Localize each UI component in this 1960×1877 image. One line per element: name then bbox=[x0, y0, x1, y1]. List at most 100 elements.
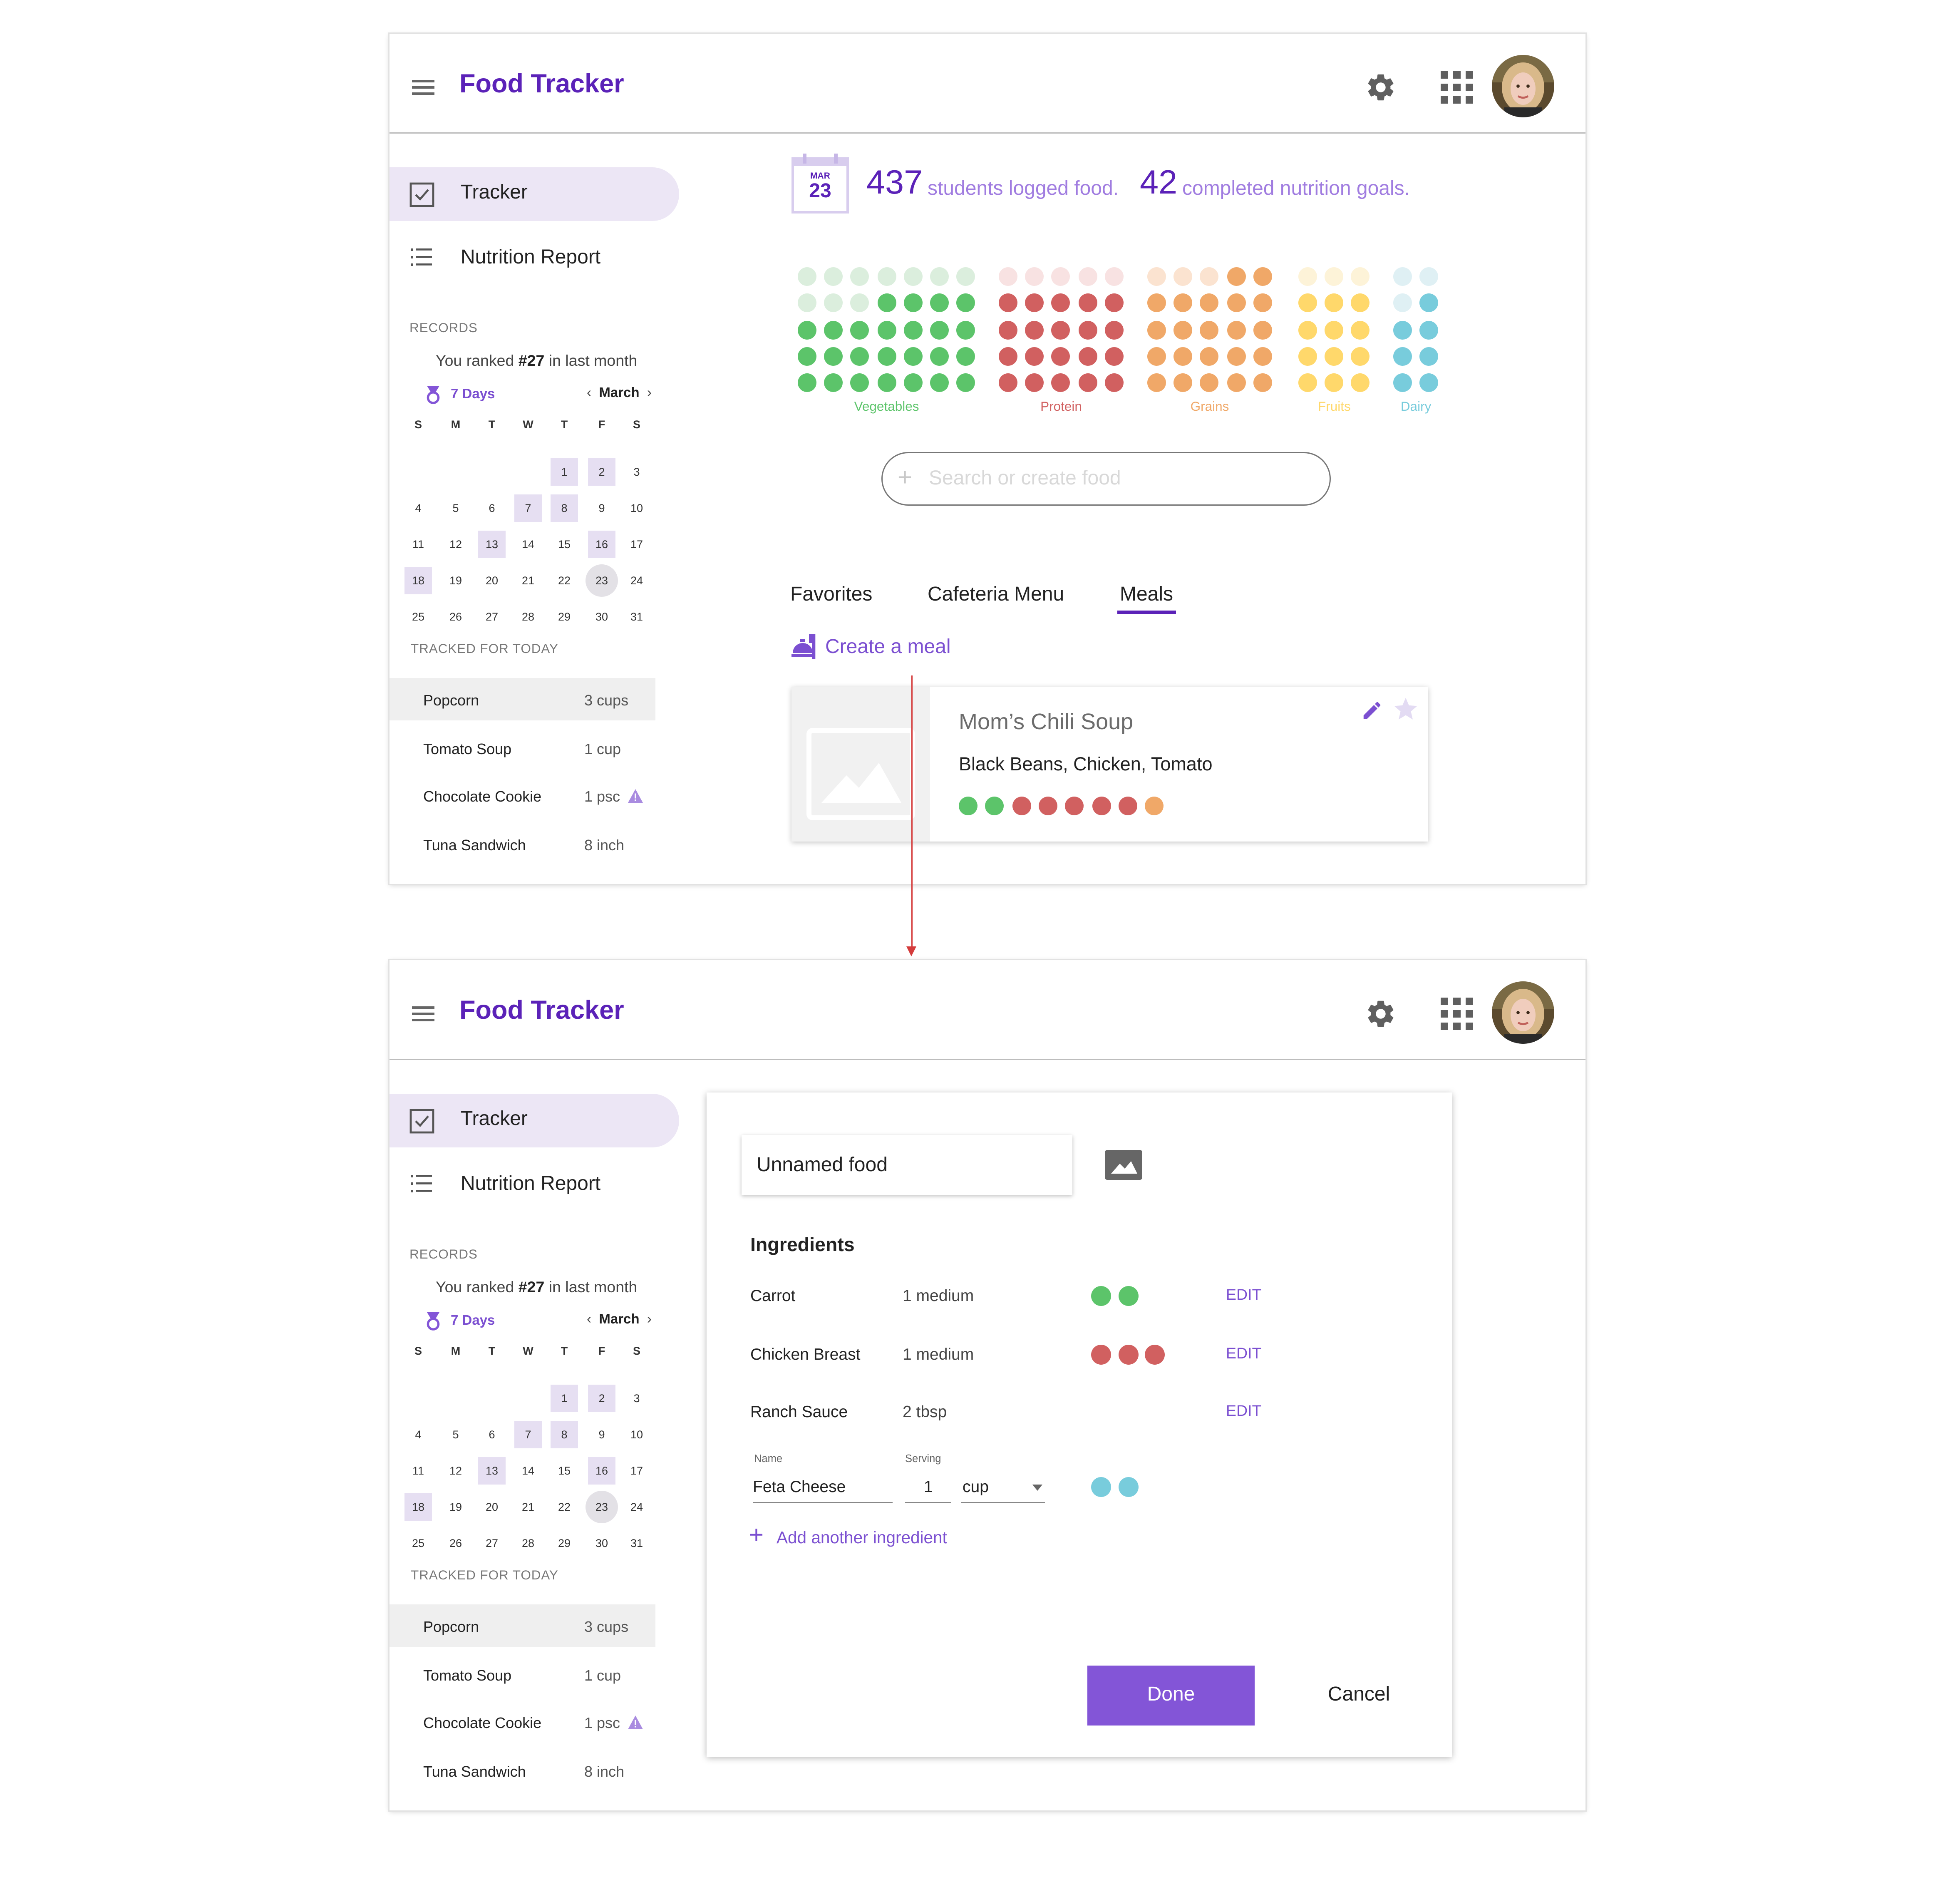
tracked-item[interactable]: Tomato Soup 1 cup bbox=[390, 726, 655, 769]
calendar-day[interactable]: 15 bbox=[551, 531, 578, 558]
apps-grid-icon[interactable] bbox=[1441, 71, 1473, 104]
avatar[interactable] bbox=[1492, 981, 1554, 1044]
gear-icon[interactable] bbox=[1365, 71, 1397, 110]
gear-icon[interactable] bbox=[1365, 998, 1397, 1036]
calendar-day[interactable]: 3 bbox=[623, 1385, 650, 1412]
calendar-day[interactable]: 11 bbox=[404, 1457, 432, 1485]
tracked-item[interactable]: Chocolate Cookie 1 psc bbox=[390, 1701, 655, 1743]
calendar-day[interactable]: 22 bbox=[551, 1493, 578, 1521]
avatar[interactable] bbox=[1492, 55, 1554, 117]
calendar-day[interactable]: 25 bbox=[404, 603, 432, 631]
calendar-day[interactable]: 27 bbox=[478, 1529, 506, 1557]
tab-cafeteria-menu[interactable]: Cafeteria Menu bbox=[928, 584, 1064, 607]
calendar-day[interactable]: 16 bbox=[588, 531, 615, 558]
calendar-day[interactable]: 6 bbox=[478, 1421, 506, 1448]
calendar-day[interactable]: 29 bbox=[551, 1529, 578, 1557]
calendar-day[interactable]: 3 bbox=[623, 458, 650, 486]
calendar-day[interactable]: 30 bbox=[588, 1529, 615, 1557]
next-month-icon[interactable]: › bbox=[640, 386, 652, 401]
menu-icon[interactable] bbox=[412, 1006, 434, 1021]
calendar-day[interactable]: 11 bbox=[404, 531, 432, 558]
calendar-day[interactable]: 7 bbox=[514, 494, 542, 522]
calendar-day[interactable]: 18 bbox=[404, 1493, 432, 1521]
calendar-day[interactable]: 26 bbox=[442, 1529, 469, 1557]
meal-card[interactable]: Mom’s Chili Soup Black Beans, Chicken, T… bbox=[791, 687, 1428, 842]
calendar-day[interactable]: 13 bbox=[478, 1457, 506, 1485]
tracked-item[interactable]: Chocolate Cookie 1 psc bbox=[390, 774, 655, 817]
calendar-day[interactable]: 18 bbox=[404, 567, 432, 594]
nav-tracker[interactable]: Tracker bbox=[390, 1094, 679, 1147]
calendar-day[interactable]: 21 bbox=[514, 567, 542, 594]
calendar-day[interactable]: 2 bbox=[588, 458, 615, 486]
edit-ingredient-button[interactable]: EDIT bbox=[1226, 1286, 1261, 1303]
nav-tracker[interactable]: Tracker bbox=[390, 167, 679, 221]
tracked-item[interactable]: Tuna Sandwich 8 inch bbox=[390, 1749, 655, 1791]
serving-unit-select[interactable]: cup bbox=[961, 1477, 1045, 1503]
next-month-icon[interactable]: › bbox=[640, 1312, 652, 1327]
tab-meals[interactable]: Meals bbox=[1117, 584, 1176, 614]
ingredient-name-input[interactable]: Feta Cheese bbox=[753, 1477, 893, 1503]
food-name-input[interactable]: Unnamed food bbox=[742, 1135, 1072, 1195]
calendar-day[interactable]: 19 bbox=[442, 1493, 469, 1521]
calendar-day[interactable]: 5 bbox=[442, 1421, 469, 1448]
search-input[interactable]: + Search or create food bbox=[881, 452, 1331, 506]
calendar-day[interactable]: 24 bbox=[623, 1493, 650, 1521]
calendar-day[interactable]: 23 bbox=[586, 564, 618, 597]
calendar-day[interactable]: 5 bbox=[442, 494, 469, 522]
add-image-icon[interactable] bbox=[1105, 1150, 1142, 1186]
calendar-day[interactable]: 10 bbox=[623, 1421, 650, 1448]
calendar-day[interactable]: 29 bbox=[551, 603, 578, 631]
calendar-day[interactable]: 10 bbox=[623, 494, 650, 522]
calendar-day[interactable]: 1 bbox=[551, 1385, 578, 1412]
tab-favorites[interactable]: Favorites bbox=[790, 584, 872, 607]
tracked-item[interactable]: Popcorn 3 cups bbox=[390, 678, 655, 720]
calendar-day[interactable]: 20 bbox=[478, 567, 506, 594]
edit-ingredient-button[interactable]: EDIT bbox=[1226, 1402, 1261, 1420]
menu-icon[interactable] bbox=[412, 80, 434, 95]
calendar-day[interactable]: 15 bbox=[551, 1457, 578, 1485]
calendar-day[interactable]: 30 bbox=[588, 603, 615, 631]
calendar-day[interactable]: 2 bbox=[588, 1385, 615, 1412]
calendar-day[interactable]: 8 bbox=[551, 1421, 578, 1448]
calendar-day[interactable]: 16 bbox=[588, 1457, 615, 1485]
calendar-day[interactable]: 24 bbox=[623, 567, 650, 594]
calendar-day[interactable]: 21 bbox=[514, 1493, 542, 1521]
calendar-day[interactable]: 20 bbox=[478, 1493, 506, 1521]
calendar-day[interactable]: 27 bbox=[478, 603, 506, 631]
edit-icon[interactable] bbox=[1361, 699, 1383, 728]
calendar-day[interactable]: 19 bbox=[442, 567, 469, 594]
calendar-day[interactable]: 31 bbox=[623, 603, 650, 631]
calendar-day[interactable]: 23 bbox=[586, 1491, 618, 1523]
edit-ingredient-button[interactable]: EDIT bbox=[1226, 1344, 1261, 1362]
calendar-day[interactable]: 8 bbox=[551, 494, 578, 522]
calendar-day[interactable]: 14 bbox=[514, 1457, 542, 1485]
calendar-day[interactable]: 25 bbox=[404, 1529, 432, 1557]
prev-month-icon[interactable]: ‹ bbox=[587, 1312, 599, 1327]
done-button[interactable]: Done bbox=[1087, 1666, 1255, 1726]
calendar-day[interactable]: 14 bbox=[514, 531, 542, 558]
nav-nutrition-report[interactable]: Nutrition Report bbox=[390, 1159, 679, 1212]
calendar-day[interactable]: 9 bbox=[588, 494, 615, 522]
calendar-day[interactable]: 17 bbox=[623, 1457, 650, 1485]
cancel-button[interactable]: Cancel bbox=[1306, 1666, 1412, 1726]
star-icon[interactable] bbox=[1392, 695, 1419, 729]
calendar-day[interactable]: 4 bbox=[404, 494, 432, 522]
calendar-day[interactable]: 6 bbox=[478, 494, 506, 522]
calendar-day[interactable]: 26 bbox=[442, 603, 469, 631]
calendar-day[interactable]: 28 bbox=[514, 603, 542, 631]
calendar-day[interactable]: 31 bbox=[623, 1529, 650, 1557]
calendar-day[interactable]: 13 bbox=[478, 531, 506, 558]
tracked-item[interactable]: Popcorn 3 cups bbox=[390, 1604, 655, 1647]
calendar-day[interactable]: 12 bbox=[442, 531, 469, 558]
tracked-item[interactable]: Tuna Sandwich 8 inch bbox=[390, 822, 655, 865]
nav-nutrition-report[interactable]: Nutrition Report bbox=[390, 232, 679, 286]
calendar-day[interactable]: 17 bbox=[623, 531, 650, 558]
calendar-day[interactable]: 12 bbox=[442, 1457, 469, 1485]
calendar-day[interactable]: 7 bbox=[514, 1421, 542, 1448]
calendar-day[interactable]: 4 bbox=[404, 1421, 432, 1448]
calendar-day[interactable]: 28 bbox=[514, 1529, 542, 1557]
calendar-day[interactable]: 1 bbox=[551, 458, 578, 486]
prev-month-icon[interactable]: ‹ bbox=[587, 386, 599, 401]
tracked-item[interactable]: Tomato Soup 1 cup bbox=[390, 1653, 655, 1695]
calendar-day[interactable]: 22 bbox=[551, 567, 578, 594]
